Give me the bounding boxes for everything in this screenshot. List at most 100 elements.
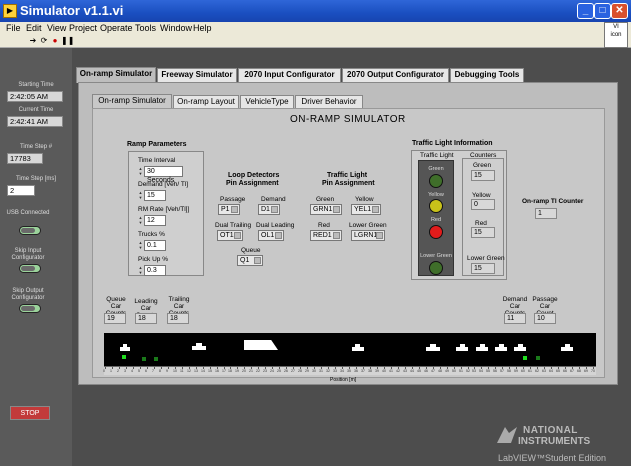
menu-help[interactable]: Help bbox=[193, 23, 212, 33]
car-marker bbox=[495, 347, 507, 351]
axis-tick-label: 44 bbox=[410, 369, 414, 373]
rm-rate-spinner-icon[interactable]: ▲ ▼ bbox=[138, 215, 143, 226]
run-arrow-icon[interactable]: ➔ bbox=[28, 36, 38, 46]
axis-tick-label: 15 bbox=[208, 369, 212, 373]
dropdown-arrow-icon bbox=[333, 206, 340, 213]
tab-freeway-simulator[interactable]: Freeway Simulator bbox=[157, 68, 237, 82]
axis-tick-label: 46 bbox=[424, 369, 428, 373]
subtab-onramp-layout[interactable]: On-ramp Layout bbox=[173, 95, 239, 108]
minimize-button[interactable]: _ bbox=[577, 3, 594, 19]
passage-pin-select[interactable]: P1 bbox=[218, 204, 240, 215]
axis-tick-label: 67 bbox=[570, 369, 574, 373]
trucks-label: Trucks % bbox=[138, 231, 165, 238]
demand-spinner-icon[interactable]: ▲ ▼ bbox=[138, 190, 143, 201]
dual-trailing-pin-value: OT1 bbox=[220, 232, 234, 239]
pickup-input[interactable]: 0.3 bbox=[144, 265, 166, 276]
red-counter-label: Red bbox=[475, 220, 487, 227]
green-counter-label: Green bbox=[473, 162, 492, 169]
skip-output-toggle[interactable] bbox=[19, 304, 41, 313]
axis-tick-label: 42 bbox=[396, 369, 400, 373]
pickup-spinner-icon[interactable]: ▲ ▼ bbox=[138, 265, 143, 276]
abort-icon[interactable]: ● bbox=[50, 36, 60, 46]
detector-indicator bbox=[536, 356, 540, 360]
time-interval-input[interactable]: 30 Seconds bbox=[144, 166, 183, 184]
menu-operate[interactable]: Operate bbox=[100, 23, 133, 33]
axis-tick-label: 43 bbox=[403, 369, 407, 373]
time-interval-label: Time Interval bbox=[138, 157, 176, 164]
menu-window[interactable]: Window bbox=[160, 23, 192, 33]
window-title: Simulator v1.1.vi bbox=[20, 3, 124, 18]
current-time-label: Current Time bbox=[18, 107, 54, 113]
subtab-vehicle-type[interactable]: VehicleType bbox=[240, 95, 294, 108]
demand-label: Demand [Veh/ Tl] bbox=[138, 181, 189, 188]
car-marker bbox=[430, 344, 436, 347]
menu-file[interactable]: File bbox=[6, 23, 21, 33]
demand-pin-label: Demand bbox=[261, 196, 286, 203]
car-marker bbox=[476, 347, 488, 351]
axis-tick-label: 12 bbox=[187, 369, 191, 373]
menu-tools[interactable]: Tools bbox=[135, 23, 156, 33]
axis-tick-label: 63 bbox=[542, 369, 546, 373]
lower-green-pin-select[interactable]: LGRN1 bbox=[351, 230, 385, 241]
pause-icon[interactable]: ❚❚ bbox=[61, 36, 74, 46]
yellow-lamp-label: Yellow bbox=[428, 192, 444, 198]
dual-leading-pin-value: OL1 bbox=[261, 232, 275, 239]
car-marker bbox=[518, 344, 523, 347]
subtab-driver-behavior[interactable]: Driver Behavior bbox=[295, 95, 363, 108]
trucks-input[interactable]: 0.1 bbox=[144, 240, 166, 251]
axis-tick-label: 24 bbox=[270, 369, 274, 373]
axis-tick-label: 6 bbox=[145, 369, 147, 373]
menu-bar: File Edit View Project Operate Tools Win… bbox=[0, 22, 631, 35]
dual-trailing-label: Dual Trailing bbox=[215, 222, 252, 229]
axis-tick bbox=[133, 367, 134, 369]
yellow-pin-value: YEL1 bbox=[354, 206, 372, 213]
yellow-pin-select[interactable]: YEL1 bbox=[351, 204, 381, 215]
skip-input-toggle[interactable] bbox=[19, 264, 41, 273]
dropdown-arrow-icon bbox=[234, 232, 241, 239]
time-interval-spinner-icon[interactable]: ▲ ▼ bbox=[138, 166, 143, 177]
dual-leading-pin-select[interactable]: OL1 bbox=[258, 230, 284, 241]
subtab-onramp-simulator[interactable]: On-ramp Simulator bbox=[92, 94, 172, 109]
detector-indicator bbox=[122, 355, 126, 359]
dual-leading-label: Dual Leading bbox=[256, 222, 295, 229]
stop-button[interactable]: STOP bbox=[10, 406, 50, 420]
tab-onramp-simulator[interactable]: On-ramp Simulator bbox=[76, 67, 156, 83]
demand-pin-select[interactable]: D1 bbox=[258, 204, 280, 215]
red-lamp bbox=[429, 225, 443, 239]
red-pin-select[interactable]: RED1 bbox=[310, 230, 342, 241]
axis-tick bbox=[168, 367, 169, 369]
axis-tick-label: 58 bbox=[507, 369, 511, 373]
loop-detectors-title: Loop Detectors bbox=[228, 172, 280, 179]
axis-tick-label: 68 bbox=[577, 369, 581, 373]
lower-green-pin-label: Lower Green bbox=[349, 222, 387, 229]
pickup-label: Pick Up % bbox=[138, 256, 168, 263]
tab-output-configurator[interactable]: 2070 Output Configurator bbox=[342, 68, 449, 82]
axis-tick-label: 53 bbox=[472, 369, 476, 373]
green-pin-select[interactable]: GRN1 bbox=[310, 204, 342, 215]
rm-rate-input[interactable]: 12 bbox=[144, 215, 166, 226]
green-counter-value: 15 bbox=[471, 170, 495, 181]
axis-tick-label: 4 bbox=[131, 369, 133, 373]
close-button[interactable]: ✕ bbox=[611, 3, 628, 19]
trucks-spinner-icon[interactable]: ▲ ▼ bbox=[138, 240, 143, 251]
dropdown-arrow-icon bbox=[376, 232, 383, 239]
axis-tick bbox=[147, 367, 148, 369]
axis-tick-label: 65 bbox=[556, 369, 560, 373]
tab-debugging-tools[interactable]: Debugging Tools bbox=[450, 68, 524, 82]
run-continuous-icon[interactable]: ⟳ bbox=[39, 36, 49, 46]
queue-pin-select[interactable]: Q1 bbox=[237, 255, 263, 266]
car-marker bbox=[480, 344, 485, 347]
axis-tick bbox=[112, 367, 113, 369]
menu-view[interactable]: View bbox=[47, 23, 66, 33]
menu-project[interactable]: Project bbox=[69, 23, 97, 33]
dual-trailing-pin-select[interactable]: OT1 bbox=[217, 230, 243, 241]
dropdown-arrow-icon bbox=[271, 206, 278, 213]
axis-tick-label: 20 bbox=[242, 369, 246, 373]
axis-tick-label: 23 bbox=[263, 369, 267, 373]
car-marker bbox=[352, 347, 364, 351]
demand-input[interactable]: 15 bbox=[144, 190, 166, 201]
maximize-button[interactable]: □ bbox=[594, 3, 611, 19]
menu-edit[interactable]: Edit bbox=[26, 23, 42, 33]
tab-input-configurator[interactable]: 2070 Input Configurator bbox=[238, 68, 341, 82]
time-step-ms-input[interactable]: 2 bbox=[7, 185, 35, 196]
